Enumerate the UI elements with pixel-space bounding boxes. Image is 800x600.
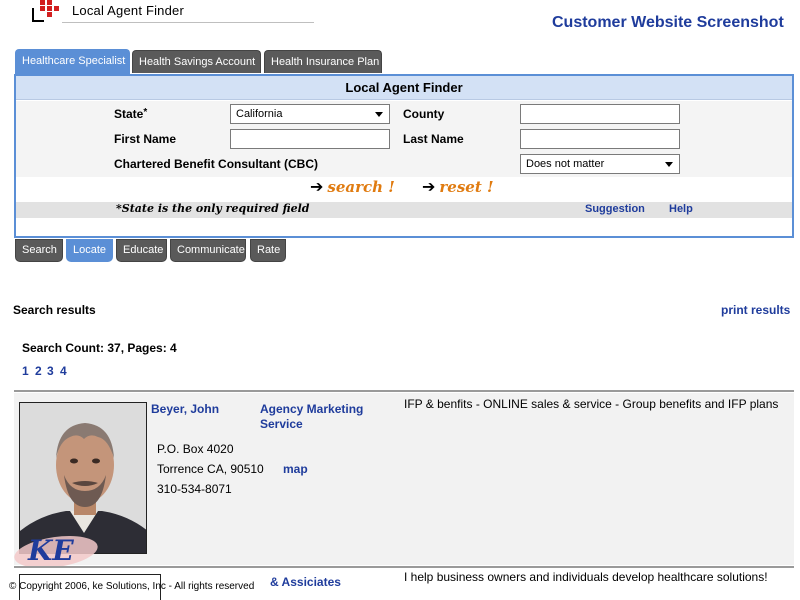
chevron-down-icon bbox=[375, 112, 383, 117]
nav-communicate-button[interactable]: Communicate bbox=[170, 239, 246, 262]
agent-phone: 310-534-8071 bbox=[157, 482, 232, 496]
county-input[interactable] bbox=[520, 104, 680, 124]
cbc-select[interactable]: Does not matter bbox=[520, 154, 680, 174]
arrow-right-icon: ➔ bbox=[310, 179, 324, 196]
search-form: State* California County First Name Last… bbox=[16, 101, 792, 177]
page-link-2[interactable]: 2 bbox=[35, 364, 42, 378]
first-name-label: First Name bbox=[114, 132, 177, 146]
page-link-1[interactable]: 1 bbox=[22, 364, 29, 378]
result-divider bbox=[14, 566, 794, 568]
tab-health-insurance-plan[interactable]: Health Insurance Plan bbox=[264, 50, 382, 73]
svg-text:KE: KE bbox=[27, 534, 74, 567]
agency-link[interactable]: & Assiciates bbox=[270, 575, 341, 589]
page-link-3[interactable]: 3 bbox=[47, 364, 54, 378]
search-panel: Local Agent Finder State* California Cou… bbox=[14, 74, 794, 238]
first-name-input[interactable] bbox=[230, 129, 390, 149]
address-line-1: P.O. Box 4020 bbox=[157, 442, 234, 456]
reset-button[interactable]: ➔ reset ! bbox=[422, 177, 494, 197]
panel-title: Local Agent Finder bbox=[16, 76, 792, 100]
last-name-input[interactable] bbox=[520, 129, 680, 149]
tab-healthcare-specialist[interactable]: Healthcare Specialist bbox=[15, 49, 130, 75]
panel-footer-strip: *State is the only required field Sugges… bbox=[16, 202, 792, 218]
result-divider bbox=[14, 390, 794, 392]
title-divider bbox=[62, 22, 314, 23]
ke-logo: KE bbox=[12, 530, 104, 570]
agency-link[interactable]: Agency Marketing Service bbox=[260, 402, 390, 432]
address-line-2: Torrence CA, 90510 bbox=[157, 462, 264, 476]
map-link[interactable]: map bbox=[283, 462, 308, 476]
help-link[interactable]: Help bbox=[669, 203, 693, 215]
state-label: State* bbox=[114, 107, 148, 121]
agent-description: IFP & benfits - ONLINE sales & service -… bbox=[404, 397, 779, 411]
nav-educate-button[interactable]: Educate bbox=[116, 239, 167, 262]
nav-locate-button[interactable]: Locate bbox=[66, 239, 113, 262]
app-title: Local Agent Finder bbox=[72, 3, 185, 18]
arrow-right-icon: ➔ bbox=[422, 179, 436, 196]
required-field-note: *State is the only required field bbox=[116, 202, 310, 215]
suggestion-link[interactable]: Suggestion bbox=[585, 203, 645, 215]
state-select[interactable]: California bbox=[230, 104, 390, 124]
print-results-link[interactable]: print results bbox=[721, 303, 790, 317]
county-label: County bbox=[403, 107, 445, 121]
agent-name-link[interactable]: Beyer, John bbox=[151, 402, 219, 416]
chevron-down-icon bbox=[665, 162, 673, 167]
cbc-label: Chartered Benefit Consultant (CBC) bbox=[114, 157, 319, 171]
site-logo-icon bbox=[32, 0, 62, 24]
copyright-text: © Copyright 2006, ke Solutions, Inc - Al… bbox=[9, 581, 255, 592]
search-count: Search Count: 37, Pages: 4 bbox=[22, 341, 177, 355]
page-header-title: Customer Website Screenshot bbox=[552, 14, 784, 31]
agent-description: I help business owners and individuals d… bbox=[404, 570, 768, 584]
last-name-label: Last Name bbox=[403, 132, 464, 146]
nav-search-button[interactable]: Search bbox=[15, 239, 63, 262]
tab-health-savings-account[interactable]: Health Savings Account bbox=[132, 50, 261, 73]
search-results-label: Search results bbox=[13, 303, 96, 317]
nav-rate-button[interactable]: Rate bbox=[250, 239, 286, 262]
search-button[interactable]: ➔ search ! bbox=[310, 177, 395, 197]
page-link-4[interactable]: 4 bbox=[60, 364, 67, 378]
